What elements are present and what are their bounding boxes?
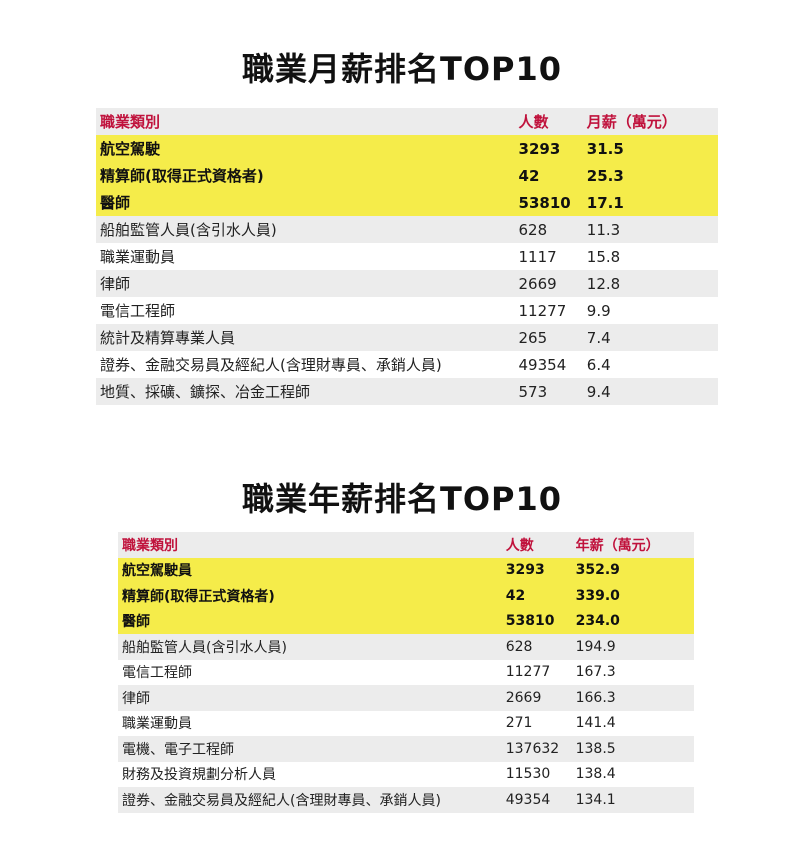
table-row: 船舶監管人員(含引水人員) 628 11.3 [96,216,718,243]
table-row: 電機、電子工程師 137632 138.5 [118,736,694,762]
table-row: 統計及精算專業人員 265 7.4 [96,324,718,351]
table-row: 職業運動員 271 141.4 [118,710,694,736]
table-row: 船舶監管人員(含引水人員) 628 194.9 [118,634,694,660]
cell-count: 49354 [514,351,583,378]
cell-salary: 9.4 [582,378,718,405]
monthly-title: 職業月薪排名TOP10 [241,50,563,88]
cell-count: 53810 [514,189,583,216]
table-row: 律師 2669 166.3 [118,685,694,711]
cell-salary: 141.4 [571,710,694,736]
cell-job: 航空駕駛員 [118,557,502,583]
cell-job: 職業運動員 [96,243,515,270]
cell-salary: 7.4 [582,324,718,351]
table-header-row: 職業類別 人數 月薪（萬元） [96,108,718,135]
cell-job: 統計及精算專業人員 [96,324,515,351]
cell-job: 證券、金融交易員及經紀人(含理財專員、承銷人員) [96,351,515,378]
cell-salary: 352.9 [571,557,694,583]
cell-salary: 194.9 [571,634,694,660]
cell-job: 律師 [96,270,515,297]
cell-job: 職業運動員 [118,710,502,736]
cell-count: 11277 [501,659,572,685]
table-row: 醫師 53810 234.0 [118,608,694,634]
cell-job: 財務及投資規劃分析人員 [118,761,502,787]
monthly-salary-table: 職業類別 人數 月薪（萬元） 航空駕駛 3293 31.5 精算師(取得正式資格者) 42 25… [96,108,718,405]
cell-job: 船舶監管人員(含引水人員) [118,634,502,660]
cell-job: 精算師(取得正式資格者) [96,162,515,189]
cell-count: 42 [514,162,583,189]
yearly-salary-table: 職業類別 人數 年薪（萬元） 航空駕駛員 3293 352.9 精算師(取得正式資格者) 42… [118,532,694,813]
table-row: 精算師(取得正式資格者) 42 25.3 [96,162,718,189]
cell-salary: 166.3 [571,685,694,711]
yearly-title: 職業年薪排名TOP10 [241,480,563,518]
table-row: 地質、採礦、鑛探、冶金工程師 573 9.4 [96,378,718,405]
cell-salary: 339.0 [571,583,694,609]
column-header: 月薪（萬元） [582,108,718,135]
cell-count: 1117 [514,243,583,270]
cell-count: 628 [501,634,572,660]
cell-salary: 134.1 [571,787,694,813]
cell-job: 電信工程師 [96,297,515,324]
table-row: 精算師(取得正式資格者) 42 339.0 [118,583,694,609]
cell-count: 271 [501,710,572,736]
cell-count: 265 [514,324,583,351]
cell-salary: 167.3 [571,659,694,685]
cell-job: 律師 [118,685,502,711]
table-row: 醫師 53810 17.1 [96,189,718,216]
cell-count: 628 [514,216,583,243]
table-row: 財務及投資規劃分析人員 11530 138.4 [118,761,694,787]
table-header-row: 職業類別 人數 年薪（萬元） [118,532,694,558]
cell-salary: 138.4 [571,761,694,787]
cell-salary: 12.8 [582,270,718,297]
cell-count: 42 [501,583,572,609]
column-header: 人數 [514,108,583,135]
cell-count: 11530 [501,761,572,787]
cell-count: 3293 [501,557,572,583]
cell-salary: 6.4 [582,351,718,378]
cell-job: 醫師 [118,608,502,634]
cell-salary: 25.3 [582,162,718,189]
cell-count: 53810 [501,608,572,634]
table-row: 證券、金融交易員及經紀人(含理財專員、承銷人員) 49354 6.4 [96,351,718,378]
cell-count: 2669 [514,270,583,297]
table-row: 電信工程師 11277 167.3 [118,659,694,685]
cell-salary: 11.3 [582,216,718,243]
column-header: 職業類別 [96,108,515,135]
cell-job: 船舶監管人員(含引水人員) [96,216,515,243]
cell-count: 49354 [501,787,572,813]
table-row: 航空駕駛 3293 31.5 [96,135,718,162]
cell-job: 電信工程師 [118,659,502,685]
cell-salary: 15.8 [582,243,718,270]
cell-salary: 234.0 [571,608,694,634]
table-row: 職業運動員 1117 15.8 [96,243,718,270]
table-row: 證券、金融交易員及經紀人(含理財專員、承銷人員) 49354 134.1 [118,787,694,813]
cell-salary: 17.1 [582,189,718,216]
cell-salary: 138.5 [571,736,694,762]
cell-count: 3293 [514,135,583,162]
cell-salary: 9.9 [582,297,718,324]
cell-job: 證券、金融交易員及經紀人(含理財專員、承銷人員) [118,787,502,813]
column-header: 人數 [501,532,572,558]
cell-job: 精算師(取得正式資格者) [118,583,502,609]
cell-count: 137632 [501,736,572,762]
table-row: 電信工程師 11277 9.9 [96,297,718,324]
cell-job: 航空駕駛 [96,135,515,162]
column-header: 職業類別 [118,532,502,558]
cell-job: 醫師 [96,189,515,216]
cell-count: 2669 [501,685,572,711]
cell-salary: 31.5 [582,135,718,162]
cell-count: 573 [514,378,583,405]
cell-job: 地質、採礦、鑛探、冶金工程師 [96,378,515,405]
table-row: 航空駕駛員 3293 352.9 [118,557,694,583]
table-row: 律師 2669 12.8 [96,270,718,297]
column-header: 年薪（萬元） [571,532,694,558]
cell-count: 11277 [514,297,583,324]
cell-job: 電機、電子工程師 [118,736,502,762]
